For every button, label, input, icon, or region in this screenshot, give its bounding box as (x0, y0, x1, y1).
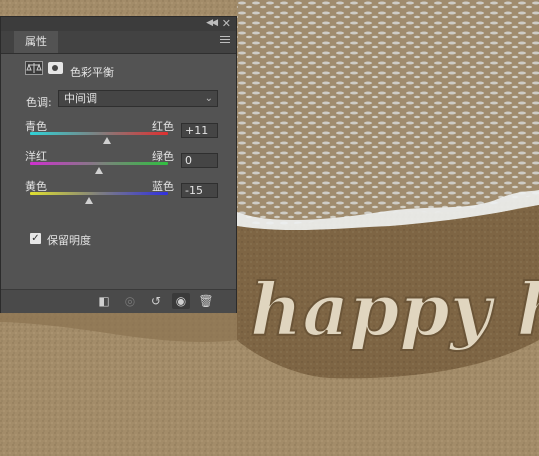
view-previous-state-icon[interactable]: ◎ (121, 293, 139, 309)
tone-selected-value: 中间调 (64, 92, 97, 105)
tone-label: 色调: (26, 96, 52, 109)
slider-value-field[interactable]: 0 (181, 153, 218, 168)
double-chevron-icon[interactable]: ◀◀ (206, 18, 218, 28)
adjustment-title: 色彩平衡 (70, 66, 114, 79)
slider-track[interactable] (30, 192, 168, 195)
color-balance-icon[interactable] (25, 61, 43, 75)
properties-panel: ◀◀ ✕ 属性 色彩平衡 色调: 中间调 ⌄ 青色 红色 +11 洋红 绿色 0 (0, 16, 237, 313)
eye-icon[interactable]: ◉ (172, 293, 190, 309)
yellow-blue-slider: 黄色 蓝色 -15 (25, 178, 225, 208)
close-icon[interactable]: ✕ (222, 17, 231, 30)
slider-track[interactable] (30, 162, 168, 165)
preserve-luminosity-label: 保留明度 (47, 234, 91, 247)
cyan-red-slider: 青色 红色 +11 (25, 118, 225, 148)
preserve-luminosity-checkbox[interactable]: ✓ (30, 233, 41, 244)
reset-icon[interactable]: ↺ (147, 293, 165, 309)
layer-mask-icon[interactable] (48, 62, 63, 74)
clip-to-layer-icon[interactable]: ◧ (95, 293, 113, 309)
slider-value-field[interactable]: +11 (181, 123, 218, 138)
chevron-down-icon: ⌄ (204, 93, 213, 104)
panel-title-bar: ◀◀ ✕ (1, 17, 236, 31)
slider-thumb[interactable] (84, 197, 93, 204)
slider-thumb[interactable] (95, 167, 103, 174)
slider-thumb[interactable] (102, 137, 111, 144)
panel-footer-toolbar: ◧ ◎ ↺ ◉ 🗑 (1, 289, 236, 313)
panel-tab-row: 属性 (1, 31, 236, 54)
slider-track[interactable] (30, 132, 168, 135)
tone-dropdown[interactable]: 中间调 ⌄ (58, 90, 218, 107)
trash-icon[interactable]: 🗑 (197, 293, 215, 309)
slider-value-field[interactable]: -15 (181, 183, 218, 198)
magenta-green-slider: 洋红 绿色 0 (25, 148, 225, 178)
tab-properties[interactable]: 属性 (14, 31, 58, 53)
sand-writing: happy hol (250, 267, 539, 352)
panel-menu-icon[interactable] (220, 36, 230, 45)
